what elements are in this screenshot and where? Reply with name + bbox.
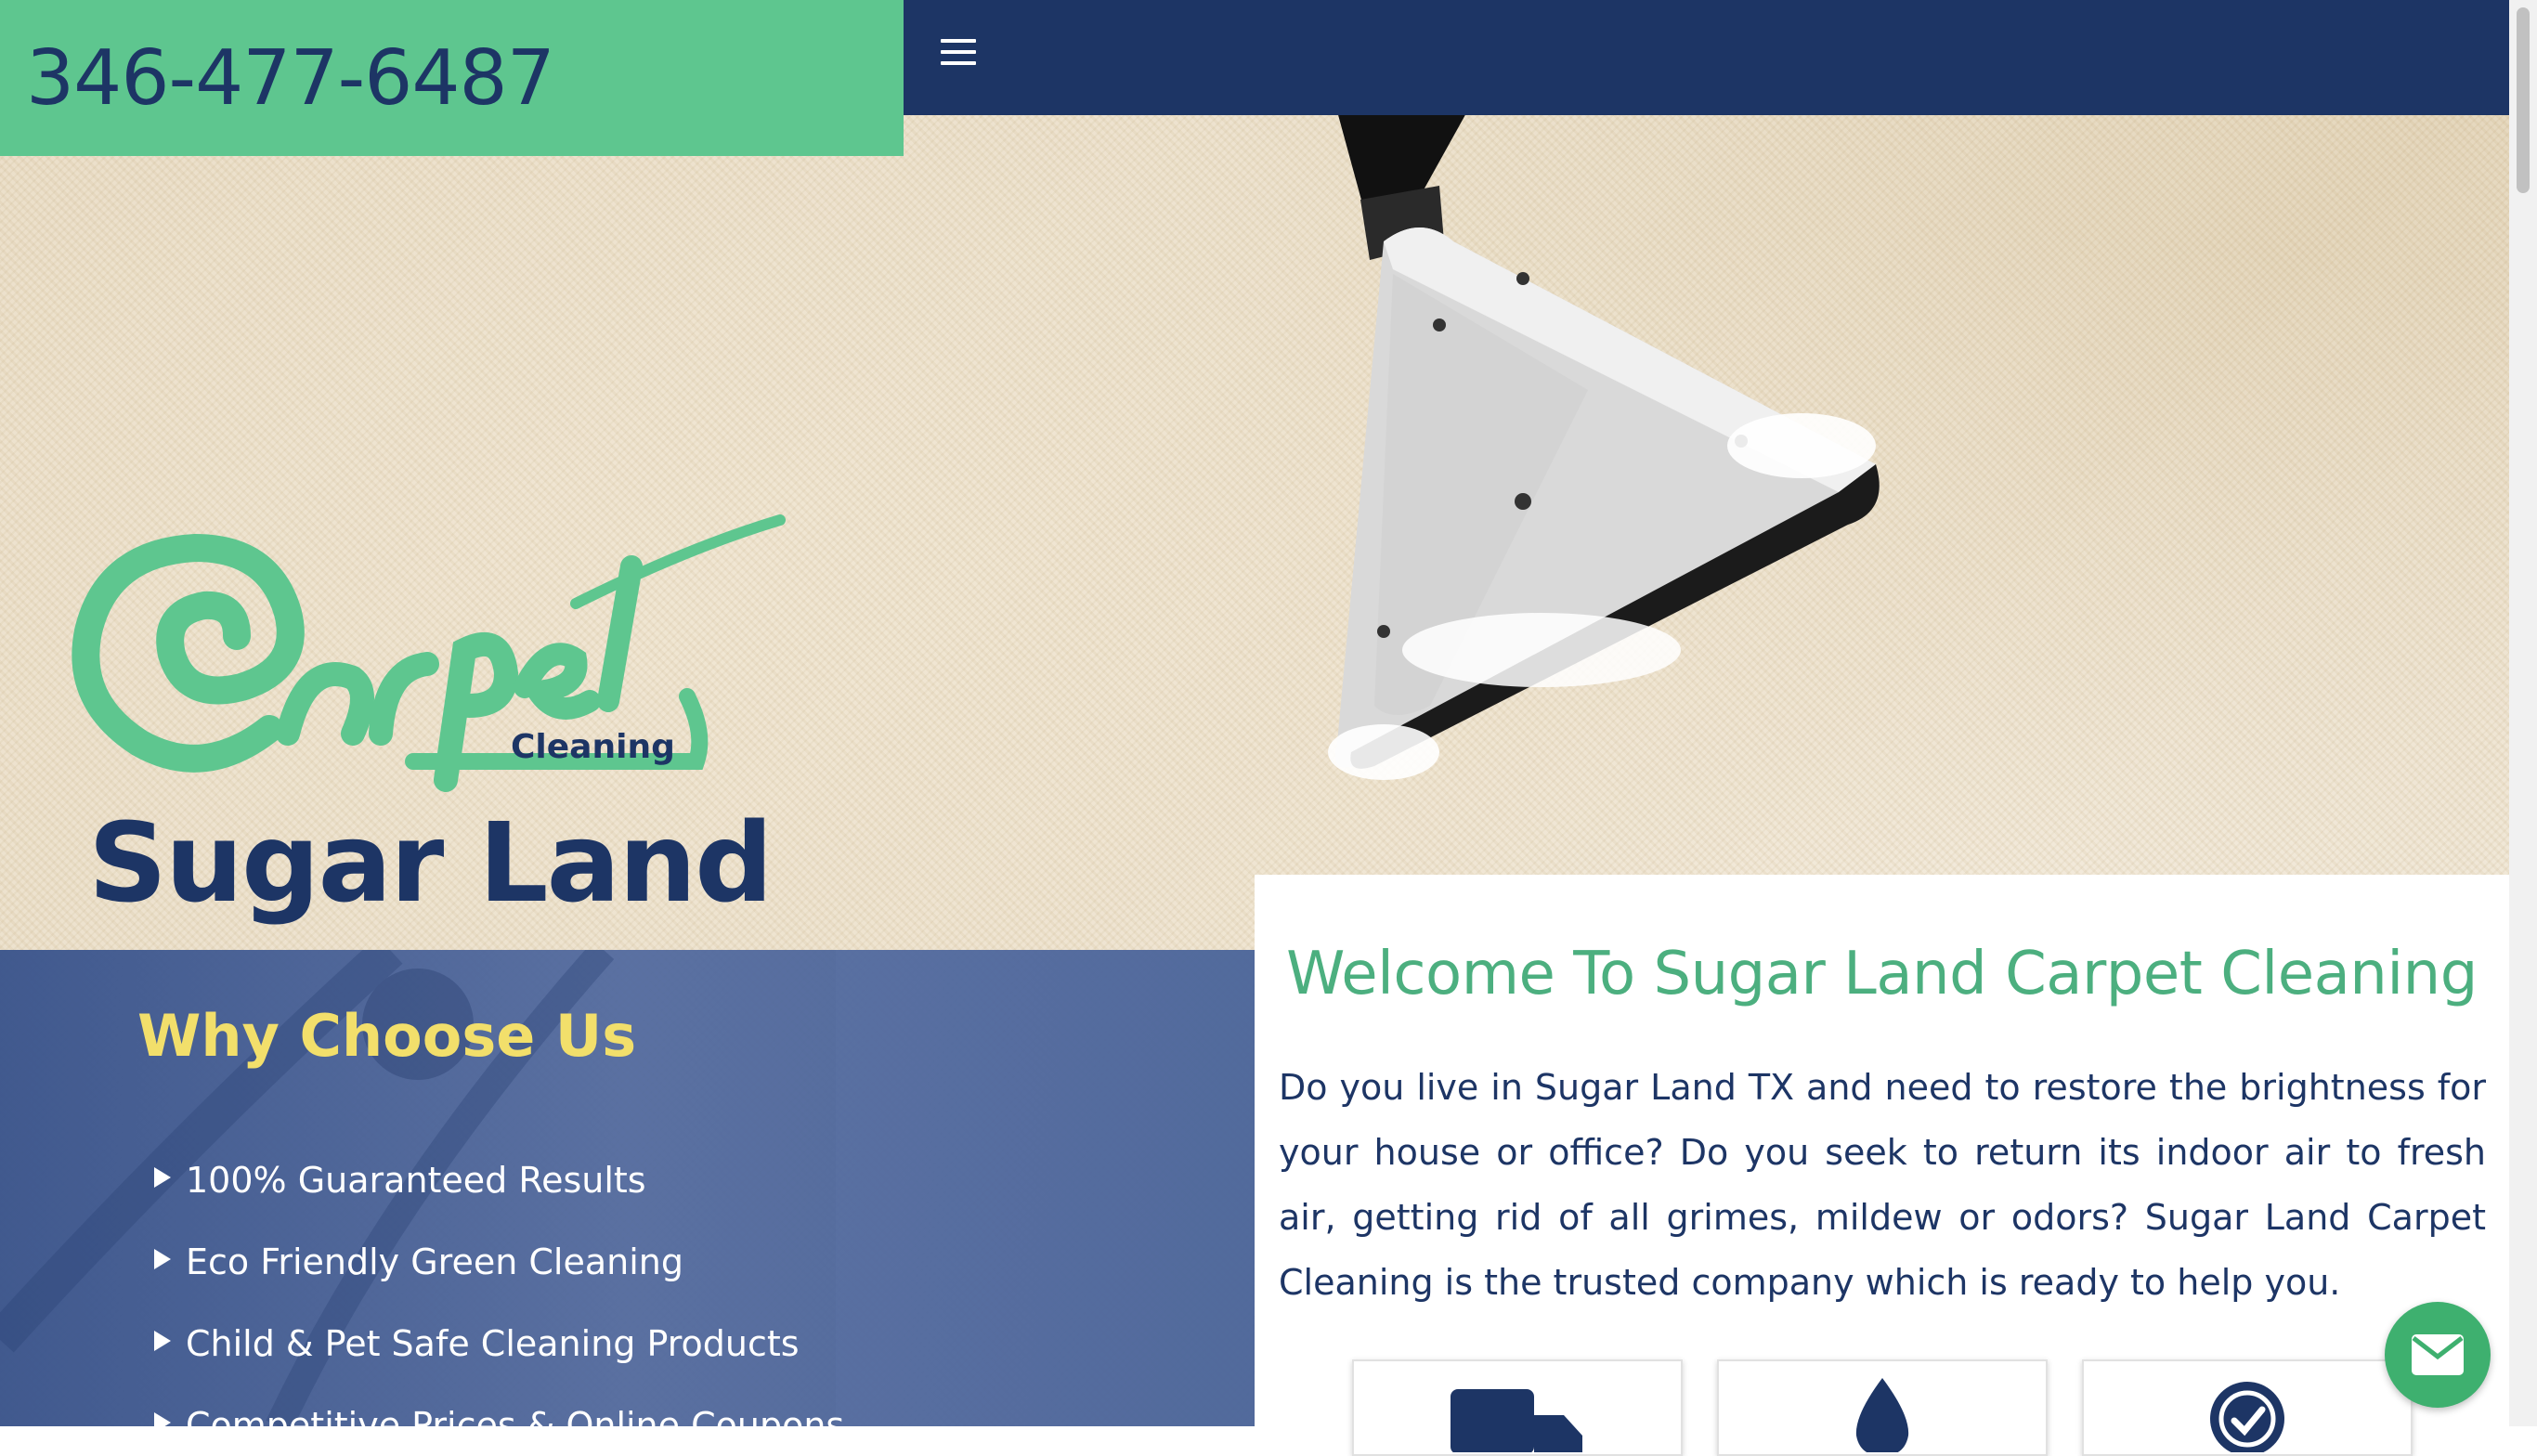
feature-card-truck[interactable] (1352, 1359, 1683, 1456)
feature-card-water[interactable] (1717, 1359, 2048, 1456)
phone-number-link[interactable]: 346-477-6487 (26, 34, 555, 123)
triangle-bullet-icon (154, 1249, 171, 1269)
why-choose-us-title: Why Choose Us (137, 1002, 637, 1070)
water-drop-icon (1855, 1378, 1909, 1452)
triangle-bullet-icon (154, 1412, 171, 1426)
contact-chat-button[interactable] (2385, 1302, 2491, 1408)
scrollbar-thumb[interactable] (2517, 7, 2530, 193)
feature-card-badge[interactable] (2082, 1359, 2413, 1456)
list-item: Child & Pet Safe Cleaning Products (154, 1323, 844, 1405)
list-item: Competitive Prices & Online Coupons (154, 1405, 844, 1426)
welcome-title: Welcome To Sugar Land Carpet Cleaning (1286, 940, 2478, 1008)
phone-box: 346-477-6487 (0, 0, 904, 156)
logo-cleaning-word: Cleaning (511, 728, 675, 766)
triangle-bullet-icon (154, 1331, 171, 1351)
list-item: 100% Guaranteed Results (154, 1160, 844, 1242)
company-logo[interactable]: Cleaning Sugar Land (56, 501, 799, 929)
page-scrollbar[interactable] (2509, 0, 2537, 1426)
carpet-extractor-tool-image (1328, 111, 1880, 780)
welcome-section: Welcome To Sugar Land Carpet Cleaning Do… (1255, 875, 2509, 1426)
badge-check-icon (2210, 1382, 2284, 1452)
why-choose-us-list: 100% Guaranteed Results Eco Friendly Gre… (154, 1160, 844, 1426)
carpet-script-logo-icon (72, 514, 786, 792)
top-navigation-bar (904, 0, 2509, 115)
why-choose-us-section: Why Choose Us 100% Guaranteed Results Ec… (0, 950, 1255, 1426)
truck-icon (1451, 1389, 1582, 1452)
welcome-paragraph: Do you live in Sugar Land TX and need to… (1279, 1067, 2486, 1303)
envelope-icon (2412, 1334, 2464, 1375)
list-item: Eco Friendly Green Cleaning (154, 1242, 844, 1323)
triangle-bullet-icon (154, 1167, 171, 1188)
logo-city-name: Sugar Land (88, 799, 774, 927)
hamburger-menu-icon[interactable] (941, 39, 978, 67)
